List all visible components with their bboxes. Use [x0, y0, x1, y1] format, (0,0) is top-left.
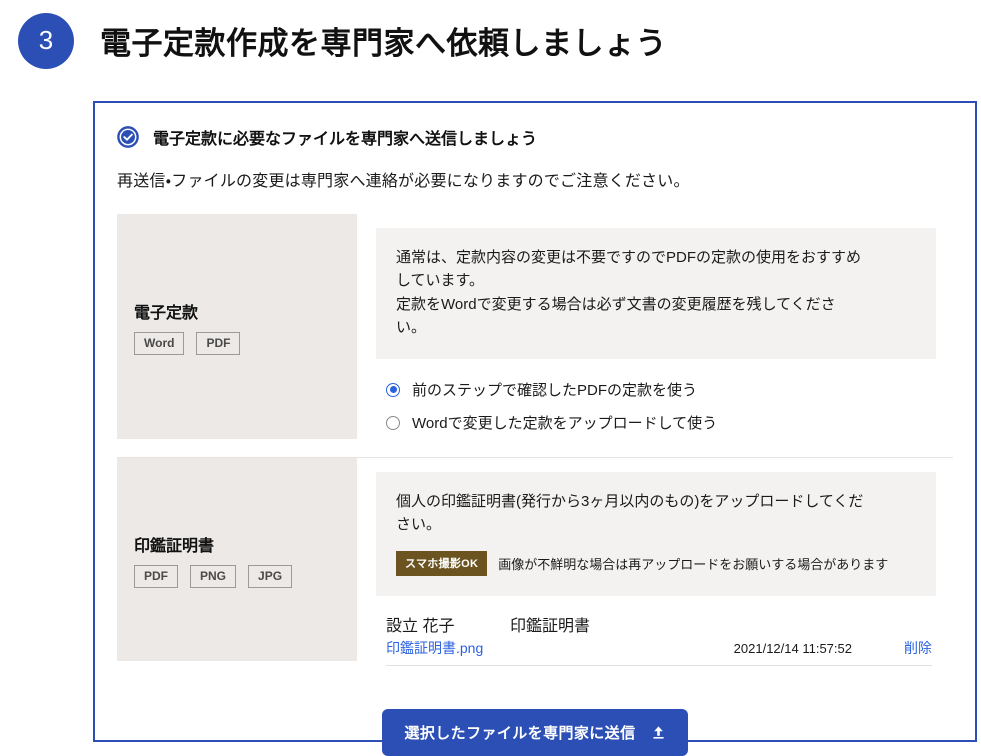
row-label-teikan: 電子定款 Word PDF: [117, 214, 357, 439]
smartphone-ok-badge: スマホ撮影OK: [396, 550, 488, 576]
format-chips: PDF PNG JPG: [134, 564, 357, 588]
check-circle-icon: [117, 126, 139, 148]
row-label-inkan: 印鑑証明書 PDF PNG JPG: [117, 458, 357, 661]
note-panel: 個人の印鑑証明書(発行から3ヶ月以内のもの)をアップロードしてくだ さい。 スマ…: [376, 472, 936, 596]
smartphone-ok-line: スマホ撮影OK 画像が不鮮明な場合は再アップロードをお願いする場合があります: [396, 550, 916, 576]
row-title: 印鑑証明書: [134, 537, 215, 555]
radio-label: 前のステップで確認したPDFの定款を使う: [412, 382, 698, 399]
uploaded-file-row: 設立 花子 印鑑証明書 印鑑証明書.png 2021/12/14 11:57:5…: [376, 596, 936, 666]
note-line: 通常は、定款内容の変更は不要ですのでPDFの定款の使用をおすすめ: [396, 249, 862, 266]
row-teikan: 電子定款 Word PDF 通常は、定款内容の変更は不要ですのでPDFの定款の使…: [117, 214, 953, 457]
row-body-teikan: 通常は、定款内容の変更は不要ですのでPDFの定款の使用をおすすめ しています。 …: [357, 214, 953, 457]
file-timestamp: 2021/12/14 11:57:52: [733, 640, 852, 656]
row-inkan: 印鑑証明書 PDF PNG JPG 個人の印鑑証明書(発行から3ヶ月以内のもの)…: [117, 457, 953, 680]
radio-option-word-upload[interactable]: Wordで変更した定款をアップロードして使う: [386, 406, 936, 439]
format-chip: PNG: [190, 564, 237, 588]
requirement-rows: 電子定款 Word PDF 通常は、定款内容の変更は不要ですのでPDFの定款の使…: [117, 213, 953, 680]
note-line: 定款をWordで変更する場合は必ず文書の変更履歴を残してくださ: [396, 295, 836, 313]
page-header: 3 電子定款作成を専門家へ依頼しましょう: [0, 0, 981, 69]
upload-icon: [651, 725, 666, 740]
file-delete-link[interactable]: 削除: [904, 638, 932, 658]
note-line: い。: [396, 318, 427, 336]
submit-area: 選択したファイルを専門家に送信: [117, 680, 953, 756]
card-subtext: 再送信・ファイルの変更は専門家へ連絡が必要になりますのでご注意ください。: [117, 173, 690, 190]
file-kind: 印鑑証明書: [510, 617, 591, 635]
card-heading: 電子定款に必要なファイルを専門家へ送信しましょう: [153, 131, 538, 148]
note-panel: 通常は、定款内容の変更は不要ですのでPDFの定款の使用をおすすめ しています。 …: [376, 228, 936, 359]
note-line: 個人の印鑑証明書(発行から3ヶ月以内のもの)をアップロードしてくだ: [396, 493, 864, 510]
row-body-inkan: 個人の印鑑証明書(発行から3ヶ月以内のもの)をアップロードしてくだ さい。 スマ…: [357, 458, 953, 680]
radio-indicator[interactable]: [386, 415, 400, 430]
row-title: 電子定款: [134, 304, 199, 322]
send-files-button[interactable]: 選択したファイルを専門家に送信: [382, 708, 688, 756]
file-name-link[interactable]: 印鑑証明書.png: [386, 638, 734, 658]
format-chip: JPG: [248, 564, 293, 588]
radio-label: Wordで変更した定款をアップロードして使う: [412, 415, 718, 432]
file-row-bottom: 印鑑証明書.png 2021/12/14 11:57:52 削除: [386, 638, 932, 666]
task-card: 電子定款に必要なファイルを専門家へ送信しましょう 再送信・ファイルの変更は専門家…: [93, 101, 977, 756]
page-title: 電子定款作成を専門家へ依頼しましょう: [100, 26, 667, 61]
teikan-source-radio-group: 前のステップで確認したPDFの定款を使う Wordで変更した定款をアップロードし…: [376, 359, 936, 443]
format-chip: Word: [134, 331, 185, 355]
file-row-top: 設立 花子 印鑑証明書: [386, 612, 932, 636]
radio-indicator-selected[interactable]: [386, 382, 400, 397]
step-number-badge: 3: [18, 12, 74, 69]
card-inner: 電子定款に必要なファイルを専門家へ送信しましょう 再送信・ファイルの変更は専門家…: [95, 103, 975, 756]
note-line: さい。: [396, 516, 442, 534]
send-files-button-label: 選択したファイルを専門家に送信: [404, 724, 636, 742]
format-chip: PDF: [134, 564, 178, 588]
format-chip: PDF: [196, 331, 241, 355]
note-line: しています。: [396, 272, 485, 290]
card-header: 電子定款に必要なファイルを専門家へ送信しましょう: [117, 125, 953, 149]
smartphone-ok-note: 画像が不鮮明な場合は再アップロードをお願いする場合があります: [498, 556, 889, 572]
file-owner: 設立 花子: [386, 617, 455, 635]
format-chips: Word PDF: [134, 331, 357, 355]
radio-option-pdf[interactable]: 前のステップで確認したPDFの定款を使う: [386, 373, 936, 406]
